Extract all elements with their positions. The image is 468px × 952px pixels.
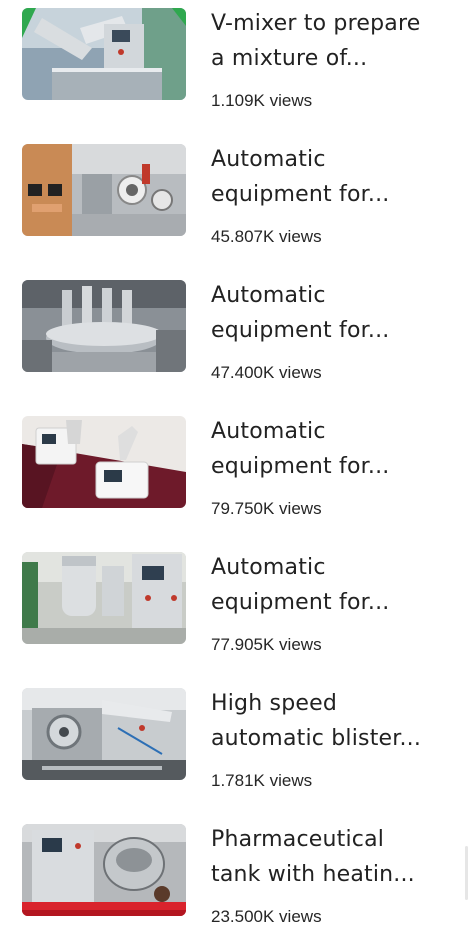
video-title-line: automatic blister... bbox=[211, 726, 422, 751]
video-title[interactable]: Automatic equipment for... bbox=[211, 550, 451, 620]
heating-tank-thumbnail-image bbox=[22, 824, 186, 916]
view-count: 79.750K views bbox=[211, 499, 322, 518]
v-mixer-thumbnail-image bbox=[22, 8, 186, 100]
video-title-line: Automatic bbox=[211, 147, 326, 172]
video-thumbnail[interactable] bbox=[22, 144, 186, 236]
video-item[interactable]: Automatic equipment for... 47.400K views bbox=[0, 272, 468, 408]
view-count: 45.807K views bbox=[211, 227, 322, 246]
blister-machine-thumbnail-image bbox=[22, 688, 186, 780]
video-item[interactable]: Pharmaceutical tank with heatin... 23.50… bbox=[0, 816, 468, 952]
video-title[interactable]: Automatic equipment for... bbox=[211, 278, 451, 348]
video-title-line: equipment for... bbox=[211, 454, 390, 479]
video-title-line: High speed bbox=[211, 691, 338, 716]
video-title-line: Automatic bbox=[211, 419, 326, 444]
view-count: 23.500K views bbox=[211, 907, 322, 926]
video-thumbnail[interactable] bbox=[22, 824, 186, 916]
fluid-bed-thumbnail-image bbox=[22, 552, 186, 644]
video-title[interactable]: V-mixer to prepare a mixture of... bbox=[211, 6, 451, 76]
video-thumbnail[interactable] bbox=[22, 688, 186, 780]
video-thumbnail[interactable] bbox=[22, 280, 186, 372]
video-title-line: equipment for... bbox=[211, 182, 390, 207]
video-title-line: Pharmaceutical bbox=[211, 827, 385, 852]
video-title-line: Automatic bbox=[211, 555, 326, 580]
video-title[interactable]: Automatic equipment for... bbox=[211, 142, 451, 212]
video-item[interactable]: V-mixer to prepare a mixture of... 1.109… bbox=[0, 0, 468, 136]
video-title-line: a mixture of... bbox=[211, 46, 368, 71]
view-count: 1.109K views bbox=[211, 91, 313, 110]
view-count: 77.905K views bbox=[211, 635, 322, 654]
video-title[interactable]: Automatic equipment for... bbox=[211, 414, 451, 484]
lab-devices-thumbnail-image bbox=[22, 416, 186, 508]
capsule-machine-thumbnail-image bbox=[22, 144, 186, 236]
video-thumbnail[interactable] bbox=[22, 552, 186, 644]
video-title[interactable]: Pharmaceutical tank with heatin... bbox=[211, 822, 451, 892]
video-item[interactable]: Automatic equipment for... 79.750K views bbox=[0, 408, 468, 544]
video-title-line: Automatic bbox=[211, 283, 326, 308]
video-title-line: tank with heatin... bbox=[211, 862, 415, 887]
view-count: 1.781K views bbox=[211, 771, 313, 790]
video-item[interactable]: Automatic equipment for... 45.807K views bbox=[0, 136, 468, 272]
video-title-line: equipment for... bbox=[211, 318, 390, 343]
view-count: 47.400K views bbox=[211, 363, 322, 382]
video-item[interactable]: High speed automatic blister... 1.781K v… bbox=[0, 680, 468, 816]
tablet-machine-thumbnail-image bbox=[22, 280, 186, 372]
video-thumbnail[interactable] bbox=[22, 8, 186, 100]
video-title-line: equipment for... bbox=[211, 590, 390, 615]
video-thumbnail[interactable] bbox=[22, 416, 186, 508]
video-title[interactable]: High speed automatic blister... bbox=[211, 686, 451, 756]
video-title-line: V-mixer to prepare bbox=[211, 11, 421, 36]
video-item[interactable]: Automatic equipment for... 77.905K views bbox=[0, 544, 468, 680]
